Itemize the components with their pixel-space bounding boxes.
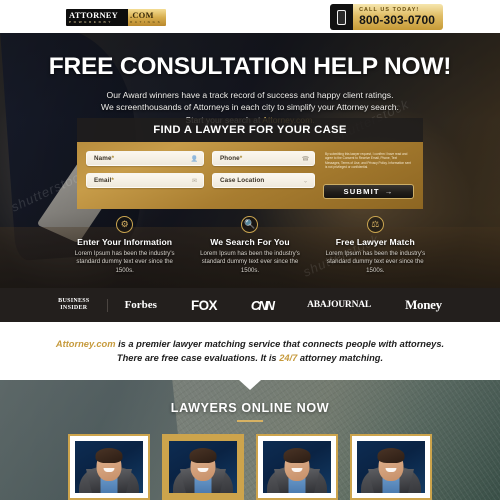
- case-location-label: Case Location: [220, 177, 265, 184]
- call-phone-number[interactable]: 800-303-0700: [359, 14, 435, 27]
- feature-description: Lorem Ipsum has been the industry's stan…: [325, 250, 426, 274]
- feature-item: ⚖ Free Lawyer Match Lorem Ipsum has been…: [313, 216, 438, 275]
- press-logo-bi-line1: BUSINESS: [58, 298, 90, 304]
- phone-input-label: Phone*: [220, 155, 243, 162]
- logo-left-block: ATTORNEY P O W E R E D B Y: [66, 9, 128, 26]
- hero-subtext-line-1: Our Award winners have a track record of…: [106, 90, 394, 100]
- logo-right-block: .COM R A T I N G S: [128, 9, 166, 26]
- press-logo-business-insider[interactable]: BUSINESS INSIDER: [41, 288, 106, 322]
- magnifier-search-icon: 🔍: [241, 216, 259, 233]
- press-logos-bar: BUSINESS INSIDER Forbes FOX CNN ABAJOURN…: [0, 288, 500, 322]
- press-logo-money[interactable]: Money: [388, 288, 459, 322]
- lawyer-card[interactable]: [256, 434, 338, 500]
- lead-capture-form: FIND A LAWYER FOR YOUR CASE Name* 👤 Emai…: [77, 118, 423, 209]
- feature-item: ⚙ Enter Your Information Lorem Ipsum has…: [62, 216, 187, 275]
- lawyers-section-title: LAWYERS ONLINE NOW: [170, 401, 330, 415]
- feature-item: 🔍 We Search For You Lorem Ipsum has been…: [187, 216, 312, 275]
- press-logo-forbes[interactable]: Forbes: [108, 288, 174, 322]
- hero-content: FREE CONSULTATION HELP NOW! Our Award wi…: [0, 53, 500, 126]
- form-column-middle: Phone* ☎ Case Location ⌄: [212, 151, 315, 199]
- landing-page: ATTORNEY P O W E R E D B Y .COM R A T I …: [0, 0, 500, 500]
- lawyers-online-section: LAWYERS ONLINE NOW: [0, 380, 500, 500]
- document-form-icon: ⚙: [116, 216, 134, 233]
- case-location-select[interactable]: Case Location ⌄: [212, 173, 315, 188]
- press-logo-fox[interactable]: FOX: [174, 288, 234, 322]
- lawyer-avatar: [75, 441, 143, 493]
- feature-description: Lorem Ipsum has been the industry's stan…: [74, 250, 175, 274]
- lawyer-cards-row: [0, 434, 500, 500]
- logo-name-tld: .COM: [130, 9, 154, 20]
- form-body: Name* 👤 Email* ✉ Phone* ☎ Case Location …: [77, 142, 423, 209]
- submit-button-label: SUBMIT: [343, 187, 380, 196]
- mobile-phone-icon: [330, 4, 354, 30]
- feature-title: Free Lawyer Match: [335, 237, 415, 247]
- logo-tagline-left: P O W E R E D B Y: [69, 19, 112, 24]
- title-underline: [237, 420, 263, 422]
- feature-title: We Search For You: [210, 237, 290, 247]
- lawyer-avatar: [263, 441, 331, 493]
- lawyer-card[interactable]: [68, 434, 150, 500]
- hero-subtext-line-2: We screenthousands of Attorneys in each …: [101, 102, 399, 113]
- intro-section: Attorney.com is a premier lawyer matchin…: [0, 322, 500, 380]
- intro-paragraph: Attorney.com is a premier lawyer matchin…: [50, 337, 450, 365]
- name-input-label: Name*: [94, 155, 115, 162]
- name-input[interactable]: Name* 👤: [86, 151, 204, 166]
- arrow-right-icon: →: [384, 187, 394, 196]
- lawyer-avatar: [357, 441, 425, 493]
- lawyer-card[interactable]: [350, 434, 432, 500]
- form-column-right: By submitting this lawyer request, I con…: [323, 151, 414, 199]
- logo-tagline-right: R A T I N G S: [130, 19, 161, 24]
- chevron-down-icon: ⌄: [302, 178, 309, 184]
- logo-name-main: ATTORNEY: [69, 9, 118, 20]
- intro-text-part2: attorney matching.: [297, 353, 384, 363]
- features-row: ⚙ Enter Your Information Lorem Ipsum has…: [0, 216, 500, 275]
- press-logo-bi-line2: INSIDER: [60, 305, 88, 311]
- hero-headline: FREE CONSULTATION HELP NOW!: [48, 53, 452, 80]
- email-input-label: Email*: [94, 177, 114, 184]
- lawyer-card[interactable]: [162, 434, 244, 500]
- press-logo-abajournal[interactable]: ABAJOURNAL: [290, 288, 388, 322]
- form-disclaimer: By submitting this lawyer request, I con…: [325, 152, 411, 170]
- call-text-block: CALL US TODAY! 800-303-0700: [349, 4, 443, 30]
- feature-title: Enter Your Information: [77, 237, 173, 247]
- lawyer-badge-icon: ⚖: [366, 216, 384, 233]
- envelope-icon: ✉: [191, 178, 198, 184]
- top-bar: ATTORNEY P O W E R E D B Y .COM R A T I …: [0, 0, 500, 33]
- intro-highlight: 24/7: [279, 353, 298, 363]
- form-heading: FIND A LAWYER FOR YOUR CASE: [77, 118, 423, 142]
- site-logo[interactable]: ATTORNEY P O W E R E D B Y .COM R A T I …: [66, 9, 166, 26]
- intro-brand-name: Attorney.com: [55, 339, 116, 349]
- section-notch-icon: [239, 380, 261, 390]
- phone-input[interactable]: Phone* ☎: [212, 151, 315, 166]
- call-us-button[interactable]: CALL US TODAY! 800-303-0700: [330, 4, 443, 30]
- form-column-left: Name* 👤 Email* ✉: [86, 151, 204, 199]
- email-input[interactable]: Email* ✉: [86, 173, 204, 188]
- feature-description: Lorem Ipsum has been the industry's stan…: [200, 250, 300, 274]
- press-logo-cnn[interactable]: CNN: [234, 288, 290, 322]
- phone-icon: ☎: [301, 156, 310, 162]
- submit-button[interactable]: SUBMIT →: [323, 184, 414, 199]
- lawyer-avatar: [169, 441, 237, 493]
- person-icon: 👤: [190, 156, 199, 162]
